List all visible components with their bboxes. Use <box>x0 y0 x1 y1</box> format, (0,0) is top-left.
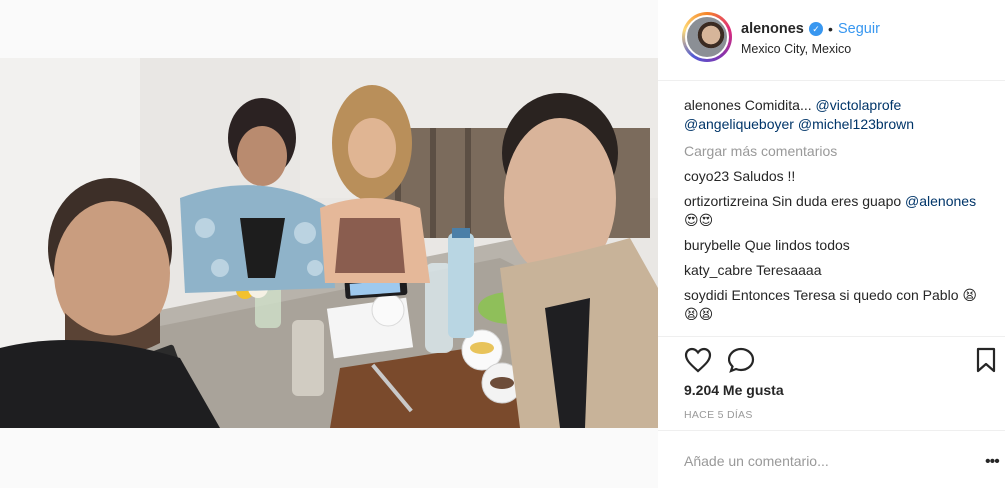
comment-text: Teresaaaa <box>756 262 822 278</box>
photo-pane <box>0 0 658 488</box>
comment-item: ortizortizreina Sin duda eres guapo @ale… <box>684 192 984 230</box>
avatar[interactable] <box>685 15 729 59</box>
post-photo[interactable] <box>0 58 658 428</box>
location-link[interactable]: Mexico City, Mexico <box>741 42 851 56</box>
mention-link[interactable]: @victolaprofe <box>816 97 902 113</box>
post-timestamp: HACE 5 DÍAS <box>684 409 753 421</box>
comment-username[interactable]: katy_cabre <box>684 262 752 278</box>
comment-item: soydidi Entonces Teresa si quedo con Pab… <box>684 286 984 324</box>
comment-text: Entonces Teresa si quedo con Pablo <box>731 287 959 303</box>
mention-link[interactable]: @alenones <box>905 193 976 209</box>
follow-button[interactable]: Seguir <box>838 21 880 37</box>
comments-list: alenones Comidita... @victolaprofe @ange… <box>684 96 984 330</box>
action-bar <box>658 336 1005 381</box>
verified-badge-icon: ✓ <box>809 22 823 36</box>
load-more-comments-button[interactable]: Cargar más comentarios <box>684 142 984 161</box>
comment-emoji: 😍😍 <box>684 212 714 228</box>
comment-text: Sin duda eres guapo <box>771 193 902 209</box>
comment-icon[interactable] <box>728 347 756 373</box>
add-comment-bar: ••• <box>658 430 1005 489</box>
caption-username[interactable]: alenones <box>684 97 741 113</box>
add-comment-input[interactable] <box>684 453 974 469</box>
comment-username[interactable]: burybelle <box>684 237 741 253</box>
mention-link[interactable]: @michel123brown <box>798 116 914 132</box>
comment-item: katy_cabre Teresaaaa <box>684 261 984 280</box>
comment-text: Que lindos todos <box>744 237 850 253</box>
comment-username[interactable]: coyo23 <box>684 168 729 184</box>
comment-text: Saludos !! <box>733 168 796 184</box>
header-username[interactable]: alenones <box>741 21 804 37</box>
caption: alenones Comidita... @victolaprofe @ange… <box>684 96 984 134</box>
caption-text: Comidita... <box>744 97 812 113</box>
post-photo-illustration <box>0 58 658 428</box>
more-options-icon[interactable]: ••• <box>985 453 1000 471</box>
story-ring[interactable] <box>682 12 732 62</box>
comment-username[interactable]: soydidi <box>684 287 728 303</box>
mention-link[interactable]: @angeliqueboyer <box>684 116 794 132</box>
heart-icon[interactable] <box>684 347 712 373</box>
post-header: alenones ✓ • Seguir Mexico City, Mexico <box>658 0 1005 81</box>
likes-count[interactable]: 9.204 Me gusta <box>684 382 784 398</box>
separator-dot: • <box>828 21 833 37</box>
comment-username[interactable]: ortizortizreina <box>684 193 768 209</box>
bookmark-icon[interactable] <box>976 347 996 373</box>
post-side-panel: alenones ✓ • Seguir Mexico City, Mexico … <box>658 0 1005 488</box>
comment-item: burybelle Que lindos todos <box>684 236 984 255</box>
comment-item: coyo23 Saludos !! <box>684 167 984 186</box>
